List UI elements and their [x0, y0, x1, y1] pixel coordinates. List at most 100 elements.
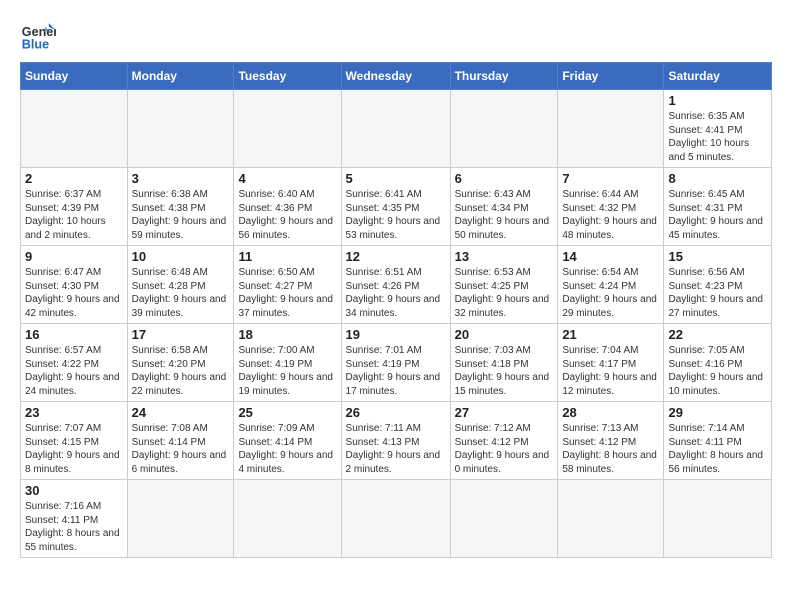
- calendar-cell: [664, 480, 772, 558]
- day-number: 5: [346, 171, 446, 186]
- day-number: 25: [238, 405, 336, 420]
- calendar-cell: 22 Sunrise: 7:05 AMSunset: 4:16 PMDayligh…: [664, 324, 772, 402]
- day-info: Sunrise: 6:58 AMSunset: 4:20 PMDaylight:…: [132, 344, 230, 398]
- day-number: 23: [25, 405, 123, 420]
- day-info: Sunrise: 7:13 AMSunset: 4:12 PMDaylight:…: [562, 422, 659, 476]
- calendar-cell: [558, 480, 664, 558]
- day-number: 8: [668, 171, 767, 186]
- day-number: 6: [455, 171, 554, 186]
- day-info: Sunrise: 6:51 AMSunset: 4:26 PMDaylight:…: [346, 266, 446, 320]
- week-row-4: 16 Sunrise: 6:57 AMSunset: 4:22 PMDayligh…: [21, 324, 772, 402]
- week-row-6: 30Sunrise: 7:16 AMSunset: 4:11 PMDayligh…: [21, 480, 772, 558]
- day-number: 16: [25, 327, 123, 342]
- day-info: Sunrise: 7:11 AMSunset: 4:13 PMDaylight:…: [346, 422, 446, 476]
- day-info: Sunrise: 7:05 AMSunset: 4:16 PMDaylight:…: [668, 344, 767, 398]
- day-info: Sunrise: 6:50 AMSunset: 4:27 PMDaylight:…: [238, 266, 336, 320]
- calendar-cell: 12 Sunrise: 6:51 AMSunset: 4:26 PMDayligh…: [341, 246, 450, 324]
- calendar-cell: 20Sunrise: 7:03 AMSunset: 4:18 PMDayligh…: [450, 324, 558, 402]
- day-number: 10: [132, 249, 230, 264]
- day-number: 18: [238, 327, 336, 342]
- day-number: 7: [562, 171, 659, 186]
- calendar: SundayMondayTuesdayWednesdayThursdayFrid…: [20, 62, 772, 558]
- day-number: 26: [346, 405, 446, 420]
- week-row-3: 9 Sunrise: 6:47 AMSunset: 4:30 PMDaylight…: [21, 246, 772, 324]
- week-row-5: 23 Sunrise: 7:07 AMSunset: 4:15 PMDayligh…: [21, 402, 772, 480]
- day-number: 15: [668, 249, 767, 264]
- day-info: Sunrise: 6:37 AMSunset: 4:39 PMDaylight:…: [25, 188, 123, 242]
- calendar-cell: 30Sunrise: 7:16 AMSunset: 4:11 PMDayligh…: [21, 480, 128, 558]
- day-number: 9: [25, 249, 123, 264]
- day-number: 13: [455, 249, 554, 264]
- calendar-cell: 23 Sunrise: 7:07 AMSunset: 4:15 PMDayligh…: [21, 402, 128, 480]
- day-info: Sunrise: 7:08 AMSunset: 4:14 PMDaylight:…: [132, 422, 230, 476]
- day-number: 24: [132, 405, 230, 420]
- day-info: Sunrise: 6:54 AMSunset: 4:24 PMDaylight:…: [562, 266, 659, 320]
- calendar-cell: 19Sunrise: 7:01 AMSunset: 4:19 PMDayligh…: [341, 324, 450, 402]
- calendar-cell: 8 Sunrise: 6:45 AMSunset: 4:31 PMDaylight…: [664, 168, 772, 246]
- calendar-cell: 14 Sunrise: 6:54 AMSunset: 4:24 PMDayligh…: [558, 246, 664, 324]
- calendar-cell: [341, 480, 450, 558]
- day-info: Sunrise: 6:38 AMSunset: 4:38 PMDaylight:…: [132, 188, 230, 242]
- calendar-cell: 21Sunrise: 7:04 AMSunset: 4:17 PMDayligh…: [558, 324, 664, 402]
- day-info: Sunrise: 7:00 AMSunset: 4:19 PMDaylight:…: [238, 344, 336, 398]
- calendar-cell: 1 Sunrise: 6:35 AMSunset: 4:41 PMDaylight…: [664, 90, 772, 168]
- day-info: Sunrise: 6:40 AMSunset: 4:36 PMDaylight:…: [238, 188, 336, 242]
- day-info: Sunrise: 6:53 AMSunset: 4:25 PMDaylight:…: [455, 266, 554, 320]
- calendar-cell: 13 Sunrise: 6:53 AMSunset: 4:25 PMDayligh…: [450, 246, 558, 324]
- calendar-cell: [450, 480, 558, 558]
- day-info: Sunrise: 6:43 AMSunset: 4:34 PMDaylight:…: [455, 188, 554, 242]
- day-number: 30: [25, 483, 123, 498]
- day-number: 14: [562, 249, 659, 264]
- calendar-cell: 24 Sunrise: 7:08 AMSunset: 4:14 PMDayligh…: [127, 402, 234, 480]
- calendar-cell: 6 Sunrise: 6:43 AMSunset: 4:34 PMDaylight…: [450, 168, 558, 246]
- day-info: Sunrise: 7:04 AMSunset: 4:17 PMDaylight:…: [562, 344, 659, 398]
- calendar-cell: 17Sunrise: 6:58 AMSunset: 4:20 PMDayligh…: [127, 324, 234, 402]
- weekday-header-tuesday: Tuesday: [234, 63, 341, 90]
- calendar-cell: 15Sunrise: 6:56 AMSunset: 4:23 PMDayligh…: [664, 246, 772, 324]
- day-info: Sunrise: 7:07 AMSunset: 4:15 PMDaylight:…: [25, 422, 123, 476]
- weekday-header-thursday: Thursday: [450, 63, 558, 90]
- day-info: Sunrise: 7:03 AMSunset: 4:18 PMDaylight:…: [455, 344, 554, 398]
- day-info: Sunrise: 6:45 AMSunset: 4:31 PMDaylight:…: [668, 188, 767, 242]
- calendar-cell: 16 Sunrise: 6:57 AMSunset: 4:22 PMDayligh…: [21, 324, 128, 402]
- calendar-cell: 26 Sunrise: 7:11 AMSunset: 4:13 PMDayligh…: [341, 402, 450, 480]
- calendar-cell: [127, 480, 234, 558]
- calendar-cell: 29Sunrise: 7:14 AMSunset: 4:11 PMDayligh…: [664, 402, 772, 480]
- day-number: 22: [668, 327, 767, 342]
- day-number: 2: [25, 171, 123, 186]
- logo: General Blue: [20, 16, 56, 52]
- calendar-cell: 25 Sunrise: 7:09 AMSunset: 4:14 PMDayligh…: [234, 402, 341, 480]
- calendar-cell: [21, 90, 128, 168]
- day-info: Sunrise: 7:09 AMSunset: 4:14 PMDaylight:…: [238, 422, 336, 476]
- week-row-1: 1 Sunrise: 6:35 AMSunset: 4:41 PMDaylight…: [21, 90, 772, 168]
- day-info: Sunrise: 7:12 AMSunset: 4:12 PMDaylight:…: [455, 422, 554, 476]
- weekday-header-friday: Friday: [558, 63, 664, 90]
- calendar-cell: 18 Sunrise: 7:00 AMSunset: 4:19 PMDayligh…: [234, 324, 341, 402]
- weekday-header-row: SundayMondayTuesdayWednesdayThursdayFrid…: [21, 63, 772, 90]
- day-number: 19: [346, 327, 446, 342]
- day-number: 3: [132, 171, 230, 186]
- header: General Blue: [20, 16, 772, 52]
- calendar-cell: 4Sunrise: 6:40 AMSunset: 4:36 PMDaylight…: [234, 168, 341, 246]
- calendar-cell: 27 Sunrise: 7:12 AMSunset: 4:12 PMDayligh…: [450, 402, 558, 480]
- day-number: 12: [346, 249, 446, 264]
- day-info: Sunrise: 6:41 AMSunset: 4:35 PMDaylight:…: [346, 188, 446, 242]
- calendar-cell: [341, 90, 450, 168]
- day-info: Sunrise: 6:35 AMSunset: 4:41 PMDaylight:…: [668, 110, 767, 164]
- weekday-header-wednesday: Wednesday: [341, 63, 450, 90]
- calendar-cell: 28Sunrise: 7:13 AMSunset: 4:12 PMDayligh…: [558, 402, 664, 480]
- day-number: 11: [238, 249, 336, 264]
- day-number: 27: [455, 405, 554, 420]
- day-number: 1: [668, 93, 767, 108]
- day-info: Sunrise: 6:44 AMSunset: 4:32 PMDaylight:…: [562, 188, 659, 242]
- weekday-header-sunday: Sunday: [21, 63, 128, 90]
- day-info: Sunrise: 6:57 AMSunset: 4:22 PMDaylight:…: [25, 344, 123, 398]
- calendar-cell: 3 Sunrise: 6:38 AMSunset: 4:38 PMDaylight…: [127, 168, 234, 246]
- calendar-cell: [234, 480, 341, 558]
- day-info: Sunrise: 6:47 AMSunset: 4:30 PMDaylight:…: [25, 266, 123, 320]
- calendar-cell: 7 Sunrise: 6:44 AMSunset: 4:32 PMDaylight…: [558, 168, 664, 246]
- calendar-cell: 10Sunrise: 6:48 AMSunset: 4:28 PMDayligh…: [127, 246, 234, 324]
- calendar-cell: [127, 90, 234, 168]
- calendar-cell: [234, 90, 341, 168]
- calendar-cell: [450, 90, 558, 168]
